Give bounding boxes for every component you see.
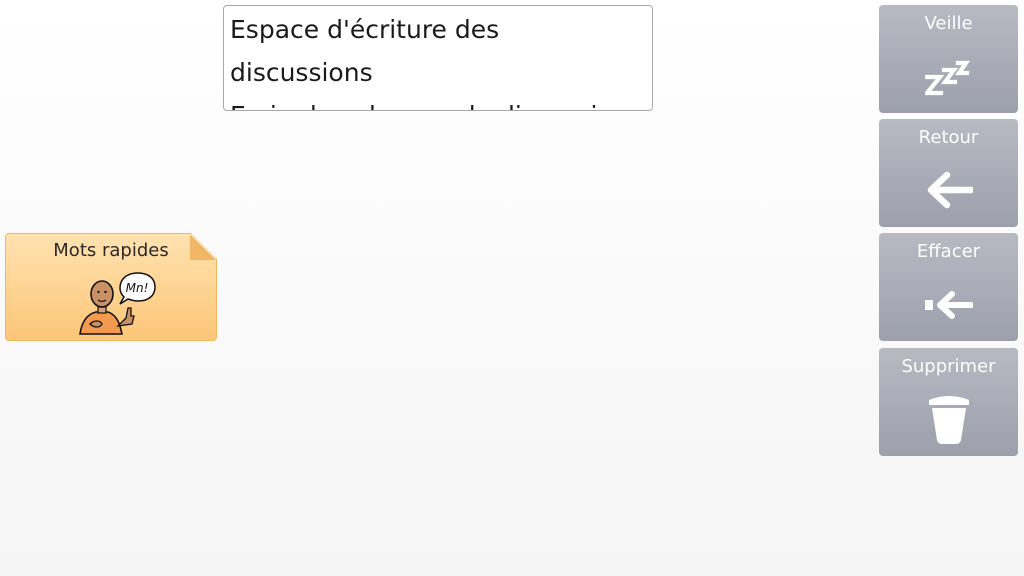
- delete-button-label: Supprimer: [901, 356, 996, 377]
- erase-button[interactable]: Effacer: [879, 233, 1018, 341]
- back-button-label: Retour: [918, 127, 979, 148]
- speech-bubble-text: Mn!: [126, 281, 149, 295]
- backspace-icon: [925, 291, 973, 319]
- person-speaking-icon: Mn!: [79, 272, 156, 335]
- folder-mots-rapides[interactable]: Mots rapides Mn!: [5, 233, 217, 341]
- back-button[interactable]: Retour: [879, 119, 1018, 227]
- sleep-zzz-icon: [925, 60, 971, 96]
- erase-button-label: Effacer: [916, 241, 981, 262]
- message-area[interactable]: Espace d'écriture des discussions Ecrire…: [223, 5, 653, 111]
- delete-button[interactable]: Supprimer: [879, 348, 1018, 456]
- message-text: Espace d'écriture des discussions Ecrire…: [230, 15, 629, 110]
- trash-icon: [929, 396, 969, 444]
- arrow-left-icon: [927, 171, 973, 209]
- sleep-button[interactable]: Veille: [879, 5, 1018, 113]
- sleep-button-label: Veille: [924, 13, 973, 34]
- folder-label: Mots rapides: [53, 240, 169, 261]
